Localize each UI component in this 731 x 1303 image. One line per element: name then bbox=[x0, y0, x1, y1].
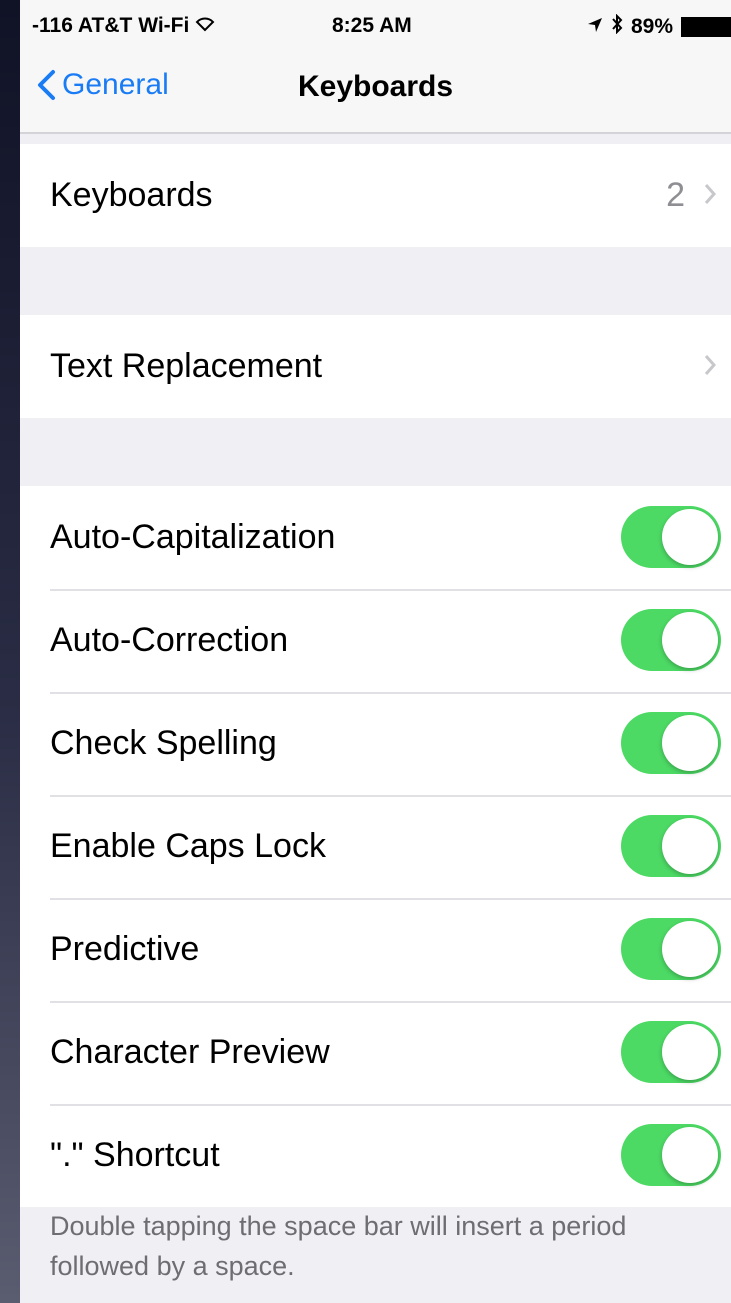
check-spelling-switch[interactable] bbox=[621, 712, 721, 774]
switch-knob bbox=[662, 921, 718, 977]
switch-knob bbox=[662, 818, 718, 874]
switch-knob bbox=[662, 612, 718, 668]
text-replacement-row[interactable]: Text Replacement bbox=[20, 315, 731, 418]
toggle-row-check-spelling: Check Spelling bbox=[20, 692, 731, 795]
chevron-left-icon bbox=[38, 70, 55, 100]
settings-screen: -116 AT&T Wi-Fi 8:25 AM 89% General Keyb… bbox=[20, 0, 731, 1303]
wifi-icon bbox=[195, 14, 215, 38]
toggle-row-period-shortcut: "." Shortcut bbox=[20, 1104, 731, 1207]
toggle-label: Predictive bbox=[50, 930, 200, 968]
toggle-label: Auto-Correction bbox=[50, 621, 289, 659]
toggle-label: Check Spelling bbox=[50, 724, 277, 762]
back-button[interactable]: General bbox=[36, 68, 169, 102]
toggle-row-auto-correction: Auto-Correction bbox=[20, 589, 731, 692]
text-replacement-label: Text Replacement bbox=[50, 347, 323, 385]
toggle-row-auto-capitalization: Auto-Capitalization bbox=[20, 486, 731, 589]
bluetooth-icon bbox=[611, 13, 623, 40]
back-label: General bbox=[62, 68, 169, 101]
chevron-right-icon bbox=[704, 184, 717, 204]
toggle-label: Auto-Capitalization bbox=[50, 518, 336, 556]
page-title: Keyboards bbox=[298, 70, 454, 103]
carrier-label: -116 AT&T Wi-Fi bbox=[32, 14, 190, 37]
keyboards-row[interactable]: Keyboards 2 bbox=[20, 144, 731, 247]
clock: 8:25 AM bbox=[332, 14, 412, 37]
location-icon bbox=[587, 15, 603, 39]
toggle-row-enable-caps-lock: Enable Caps Lock bbox=[20, 795, 731, 898]
switch-knob bbox=[662, 715, 718, 771]
navigation-bar: General Keyboards bbox=[20, 52, 731, 134]
switch-knob bbox=[662, 509, 718, 565]
enable-caps-lock-switch[interactable] bbox=[621, 815, 721, 877]
toggle-label: "." Shortcut bbox=[50, 1136, 220, 1174]
keyboards-count: 2 bbox=[666, 176, 685, 214]
keyboards-section: Keyboards 2 bbox=[20, 144, 731, 247]
switch-knob bbox=[662, 1024, 718, 1080]
period-shortcut-switch[interactable] bbox=[621, 1124, 721, 1186]
toggle-label: Enable Caps Lock bbox=[50, 827, 326, 865]
battery-percent: 89% bbox=[630, 15, 673, 38]
toggle-row-predictive: Predictive bbox=[20, 898, 731, 1001]
predictive-switch[interactable] bbox=[621, 918, 721, 980]
chevron-right-icon bbox=[704, 355, 717, 375]
keyboards-label: Keyboards bbox=[50, 176, 213, 214]
toggles-section: Auto-Capitalization Auto-Correction Chec… bbox=[20, 486, 731, 1207]
switch-knob bbox=[662, 1127, 718, 1183]
toggle-label: Character Preview bbox=[50, 1033, 330, 1071]
battery-icon bbox=[681, 17, 731, 37]
auto-correction-switch[interactable] bbox=[621, 609, 721, 671]
character-preview-switch[interactable] bbox=[621, 1021, 721, 1083]
footer-note: Double tapping the space bar will insert… bbox=[50, 1211, 627, 1281]
text-replacement-section: Text Replacement bbox=[20, 315, 731, 418]
toggle-row-character-preview: Character Preview bbox=[20, 1001, 731, 1104]
status-bar: -116 AT&T Wi-Fi 8:25 AM 89% bbox=[20, 0, 731, 52]
auto-capitalization-switch[interactable] bbox=[621, 506, 721, 568]
